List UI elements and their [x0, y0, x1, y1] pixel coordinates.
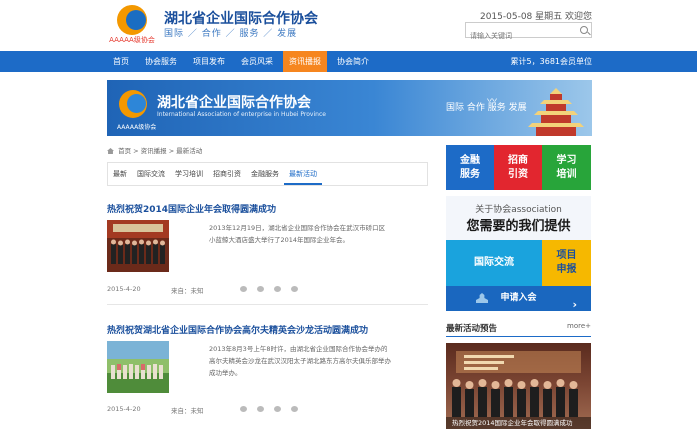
about-association-banner[interactable]: 关于协会association 您需要的我们提供: [446, 196, 591, 240]
activity-photo-caption: 热烈祝贺2014国际企业年会取得圆满成功: [446, 417, 591, 429]
about-line1: 关于协会association: [475, 205, 562, 215]
article-source: 来自：未知: [171, 407, 204, 415]
share-icons: [240, 406, 308, 412]
article-title[interactable]: 热烈祝贺湖北省企业国际合作协会高尔夫精英会沙龙活动圆满成功: [107, 323, 428, 336]
tile-finance-services[interactable]: 金融 服务: [446, 145, 494, 190]
share-more-icon[interactable]: [291, 286, 298, 292]
tab-investment[interactable]: 招商引资: [208, 163, 246, 185]
search-box: [465, 22, 592, 43]
search-icon[interactable]: [580, 26, 588, 34]
nav-item-news[interactable]: 资讯播报: [283, 51, 327, 72]
nav-item-home[interactable]: 首页: [107, 51, 135, 72]
tile-training[interactable]: 学习 培训: [542, 145, 591, 190]
share-icons: [240, 286, 308, 292]
search-input[interactable]: [466, 29, 574, 43]
breadcrumb-text[interactable]: 首页 > 资讯播报 > 最新活动: [118, 147, 202, 155]
banner-grade: AAAAA级协会: [117, 124, 157, 131]
logo-grade-text: AAAAA级协会: [109, 36, 155, 44]
about-line2: 您需要的我们提供: [466, 219, 571, 234]
nav-item-projects[interactable]: 项目发布: [187, 51, 231, 72]
tile-project-application[interactable]: 项目 申报: [542, 240, 591, 286]
tab-activities[interactable]: 最新活动: [284, 163, 322, 185]
page: AAAAA级协会 湖北省企业国际合作协会 国际 ／ 合作 ／ 服务 ／ 发展 2…: [0, 0, 697, 436]
activity-preview-title: 最新活动预告: [446, 324, 498, 334]
divider: [107, 304, 428, 305]
tab-latest[interactable]: 最新: [108, 163, 132, 185]
article-thumbnail[interactable]: [107, 220, 169, 272]
activity-preview-heading: 最新活动预告 more+: [446, 322, 591, 334]
article-thumbnail[interactable]: [107, 341, 169, 393]
tab-international[interactable]: 国际交流: [132, 163, 170, 185]
article-item: 热烈祝贺2014国际企业年会取得圆满成功 2013年12月19日，湖北省企业国际…: [107, 202, 428, 305]
article-summary: 2013年8月3号上午8时许，由湖北省企业国际合作协会举办的高尔夫精英会沙龙在武…: [209, 345, 391, 377]
banner-logo-icon: [119, 90, 147, 118]
member-stats: 累计5，3681会员单位: [510, 57, 592, 66]
people-icon: [476, 293, 488, 303]
breadcrumb: 首页 > 资讯播报 > 最新活动: [107, 145, 202, 155]
site-header: AAAAA级协会 湖北省企业国际合作协会 国际 ／ 合作 ／ 服务 ／ 发展 2…: [0, 0, 697, 51]
article-item: 热烈祝贺湖北省企业国际合作协会高尔夫精英会沙龙活动圆满成功 2013年8月3号上…: [107, 323, 428, 415]
weibo-icon[interactable]: [240, 286, 247, 292]
banner-english: International Association of enterprise …: [157, 111, 326, 118]
pagoda-icon: [528, 88, 584, 136]
site-logo[interactable]: AAAAA级协会: [107, 4, 157, 48]
date-welcome: 2015-05-08 星期五 欢迎您: [479, 12, 592, 22]
share-more-icon[interactable]: [291, 406, 298, 412]
article-title[interactable]: 热烈祝贺2014国际企业年会取得圆满成功: [107, 202, 428, 215]
qq-icon[interactable]: [274, 286, 281, 292]
site-title: 湖北省企业国际合作协会: [164, 11, 318, 27]
nav-item-about[interactable]: 协会简介: [331, 51, 375, 72]
tab-training[interactable]: 学习培训: [170, 163, 208, 185]
article-summary: 2013年12月19日，湖北省企业国际合作协会在武汉市硚口区小蓝鲸大酒店盛大举行…: [209, 224, 386, 244]
category-tabs: 最新 国际交流 学习培训 招商引资 金融服务 最新活动: [107, 162, 428, 186]
nav-item-services[interactable]: 协会服务: [139, 51, 183, 72]
activity-photo[interactable]: 热烈祝贺2014国际企业年会取得圆满成功: [446, 343, 591, 429]
wechat-icon[interactable]: [257, 286, 264, 292]
join-label: 申请入会: [500, 293, 537, 303]
join-association-button[interactable]: 申请入会 ›: [446, 286, 591, 311]
chevron-right-icon: ›: [572, 298, 577, 311]
tile-investment[interactable]: 招商 引资: [494, 145, 542, 190]
logo-globe-icon: [117, 5, 147, 35]
main-nav: 首页 协会服务 项目发布 会员风采 资讯播报 协会简介 累计5，3681会员单位: [0, 51, 697, 72]
hero-banner: 湖北省企业国际合作协会 International Association of…: [107, 80, 592, 136]
wechat-icon[interactable]: [257, 406, 264, 412]
article-date: 2015-4-20: [107, 285, 141, 293]
article-meta: 2015-4-20 来自：未知: [107, 405, 204, 415]
article-date: 2015-4-20: [107, 405, 141, 413]
banner-title: 湖北省企业国际合作协会: [157, 95, 311, 111]
more-link[interactable]: more+: [567, 322, 591, 330]
site-slogan: 国际 ／ 合作 ／ 服务 ／ 发展: [164, 29, 298, 39]
tab-finance[interactable]: 金融服务: [246, 163, 284, 185]
nav-item-members[interactable]: 会员风采: [235, 51, 279, 72]
qq-icon[interactable]: [274, 406, 281, 412]
crane-icon: 〰: [487, 96, 497, 107]
article-source: 来自：未知: [171, 287, 204, 295]
weibo-icon[interactable]: [240, 406, 247, 412]
tile-international-exchange[interactable]: 国际交流: [446, 240, 542, 286]
home-icon: [107, 148, 114, 154]
heading-underline: [446, 336, 591, 337]
article-meta: 2015-4-20 来自：未知: [107, 285, 204, 295]
